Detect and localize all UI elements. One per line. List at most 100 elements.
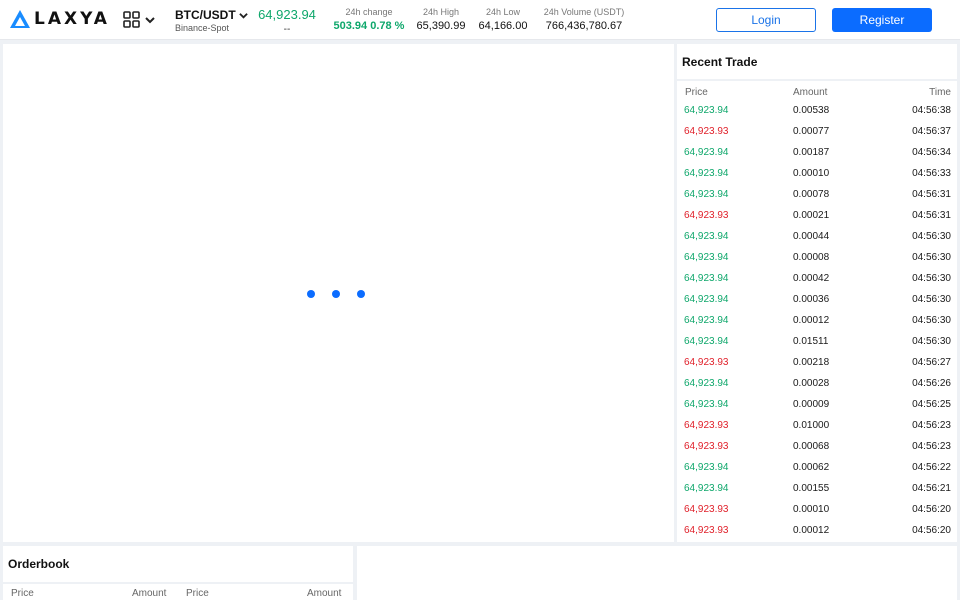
trade-row: 64,923.94 0.00028 04:56:26 xyxy=(677,374,957,395)
recent-trade-title: Recent Trade xyxy=(677,44,957,81)
chart-panel[interactable] xyxy=(3,44,674,542)
trade-row: 64,923.94 0.00012 04:56:30 xyxy=(677,311,957,332)
stat-24h-low: 24h Low 64,166.00 xyxy=(474,7,532,32)
trade-amount: 0.00078 xyxy=(793,189,830,200)
trade-price: 64,923.93 xyxy=(684,357,729,368)
trade-price: 64,923.94 xyxy=(684,147,729,158)
brand-name: LAXYA xyxy=(34,9,110,29)
trade-price: 64,923.93 xyxy=(684,420,729,431)
last-price-block: 64,923.94 -- xyxy=(255,7,319,35)
pair-name: BTC/USDT xyxy=(175,8,236,22)
trade-time: 04:56:38 xyxy=(912,105,951,116)
trade-row: 64,923.94 0.00009 04:56:25 xyxy=(677,395,957,416)
trade-amount: 0.00155 xyxy=(793,483,830,494)
trade-amount: 0.00042 xyxy=(793,273,830,284)
trade-row: 64,923.94 0.00008 04:56:30 xyxy=(677,248,957,269)
trade-time: 04:56:31 xyxy=(912,189,951,200)
trade-time: 04:56:30 xyxy=(912,315,951,326)
trade-row: 64,923.94 0.00036 04:56:30 xyxy=(677,290,957,311)
trade-amount: 0.00187 xyxy=(793,147,830,158)
stat-value: 503.94 0.78 % xyxy=(333,20,405,32)
trade-row: 64,923.93 0.00218 04:56:27 xyxy=(677,353,957,374)
column-header-price: Price xyxy=(685,87,708,98)
trade-price: 64,923.94 xyxy=(684,378,729,389)
trade-price: 64,923.94 xyxy=(684,336,729,347)
trade-price: 64,923.93 xyxy=(684,441,729,452)
trade-price: 64,923.94 xyxy=(684,273,729,284)
trade-amount: 0.00012 xyxy=(793,315,830,326)
trade-row: 64,923.94 0.00042 04:56:30 xyxy=(677,269,957,290)
recent-trade-header: Price Amount Time xyxy=(677,81,957,101)
trade-amount: 0.00021 xyxy=(793,210,830,221)
trade-price: 64,923.94 xyxy=(684,294,729,305)
column-header-amount: Amount xyxy=(793,87,828,98)
trade-amount: 0.00008 xyxy=(793,252,830,263)
trade-time: 04:56:22 xyxy=(912,462,951,473)
trade-row: 64,923.93 0.00021 04:56:31 xyxy=(677,206,957,227)
trade-row: 64,923.94 0.01511 04:56:30 xyxy=(677,332,957,353)
loading-dot xyxy=(332,290,340,298)
trade-time: 04:56:31 xyxy=(912,210,951,221)
trade-price: 64,923.94 xyxy=(684,315,729,326)
stat-label: 24h change xyxy=(345,7,393,17)
trade-amount: 0.00010 xyxy=(793,504,830,515)
trade-price: 64,923.94 xyxy=(684,483,729,494)
top-header: LAXYA BTC/USDT Binance-Spot 64,923.94 --… xyxy=(0,0,960,40)
trade-amount: 0.00068 xyxy=(793,441,830,452)
recent-trade-list: 64,923.94 0.00538 04:56:38 64,923.93 0.00077… xyxy=(677,101,957,542)
stat-label: 24h Volume (USDT) xyxy=(543,7,625,17)
last-price-sub: -- xyxy=(283,24,291,35)
trade-time: 04:56:27 xyxy=(912,357,951,368)
trade-amount: 0.00044 xyxy=(793,231,830,242)
column-header-time: Time xyxy=(929,87,951,98)
trade-amount: 0.00077 xyxy=(793,126,830,137)
trade-price: 64,923.94 xyxy=(684,252,729,263)
trade-amount: 0.00218 xyxy=(793,357,830,368)
trade-row: 64,923.94 0.00538 04:56:38 xyxy=(677,101,957,122)
grid-icon xyxy=(123,11,140,28)
register-button[interactable]: Register xyxy=(832,8,932,32)
trade-time: 04:56:30 xyxy=(912,294,951,305)
trade-price: 64,923.93 xyxy=(684,210,729,221)
trade-amount: 0.00036 xyxy=(793,294,830,305)
trade-row: 64,923.93 0.01000 04:56:23 xyxy=(677,416,957,437)
trade-row: 64,923.93 0.00012 04:56:20 xyxy=(677,521,957,542)
column-header-ask-price: Price xyxy=(186,588,209,599)
trade-row: 64,923.94 0.00010 04:56:33 xyxy=(677,164,957,185)
loading-dot xyxy=(357,290,365,298)
trade-time: 04:56:23 xyxy=(912,441,951,452)
trade-price: 64,923.94 xyxy=(684,399,729,410)
bottom-right-panel xyxy=(357,546,957,600)
column-header-ask-amount: Amount xyxy=(307,588,342,599)
trade-time: 04:56:23 xyxy=(912,420,951,431)
stat-24h-volume: 24h Volume (USDT) 766,436,780.67 xyxy=(536,7,632,32)
stat-label: 24h Low xyxy=(485,7,521,17)
stat-24h-change: 24h change 503.94 0.78 % xyxy=(331,7,407,32)
trade-time: 04:56:30 xyxy=(912,336,951,347)
column-header-bid-price: Price xyxy=(11,588,34,599)
trade-amount: 0.00012 xyxy=(793,525,830,536)
stat-24h-high: 24h High 65,390.99 xyxy=(412,7,470,32)
trade-row: 64,923.94 0.00187 04:56:34 xyxy=(677,143,957,164)
trade-row: 64,923.93 0.00068 04:56:23 xyxy=(677,437,957,458)
stat-label: 24h High xyxy=(422,7,460,17)
trade-time: 04:56:20 xyxy=(912,525,951,536)
trade-time: 04:56:30 xyxy=(912,231,951,242)
brand-logo[interactable]: LAXYA xyxy=(9,8,110,30)
trade-time: 04:56:37 xyxy=(912,126,951,137)
login-button[interactable]: Login xyxy=(716,8,816,32)
chevron-down-icon xyxy=(145,16,155,23)
trade-time: 04:56:21 xyxy=(912,483,951,494)
trade-time: 04:56:20 xyxy=(912,504,951,515)
trade-price: 64,923.94 xyxy=(684,105,729,116)
trade-time: 04:56:30 xyxy=(912,273,951,284)
pair-selector[interactable]: BTC/USDT Binance-Spot xyxy=(175,8,249,33)
stat-value: 65,390.99 xyxy=(416,20,466,32)
trade-row: 64,923.93 0.00010 04:56:20 xyxy=(677,500,957,521)
apps-menu-button[interactable] xyxy=(123,11,156,28)
trade-amount: 0.01511 xyxy=(793,336,829,347)
trade-price: 64,923.94 xyxy=(684,168,729,179)
trade-amount: 0.01000 xyxy=(793,420,830,431)
trade-row: 64,923.94 0.00062 04:56:22 xyxy=(677,458,957,479)
pair-source: Binance-Spot xyxy=(175,23,230,33)
